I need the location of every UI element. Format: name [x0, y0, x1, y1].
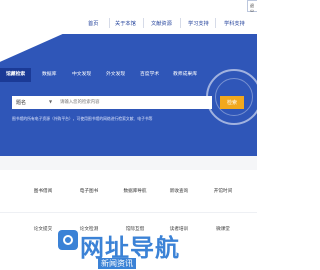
- service-db-nav[interactable]: 数据库导航: [112, 170, 158, 210]
- tab-baidu[interactable]: 百度学术: [140, 68, 159, 82]
- news-heading: 新闻资讯: [98, 258, 136, 269]
- search-hero: [0, 34, 257, 156]
- service-borrow[interactable]: 图书借阅: [20, 170, 66, 210]
- service-label: 图书借阅: [33, 189, 53, 194]
- search-category[interactable]: 题名: [16, 99, 26, 106]
- section-gap: [0, 156, 257, 170]
- hero-decoration: [0, 34, 113, 69]
- service-new-books[interactable]: 新收查询: [156, 170, 202, 210]
- logo-strip: [0, 0, 257, 6]
- search-hint: 图书馆的所有电子资源（外购平台），可使用图书馆的网络进行检索文献、电子书等: [12, 116, 153, 121]
- service-ebook[interactable]: 电子图书: [66, 170, 112, 210]
- chevron-down-icon[interactable]: ▼: [49, 99, 52, 104]
- nav-item-learning[interactable]: 学习支持: [188, 20, 209, 27]
- nav-item-resources[interactable]: 文献资源: [151, 20, 172, 27]
- service-label: 电子图书: [79, 189, 99, 194]
- tab-foreign[interactable]: 外文发现: [106, 68, 125, 82]
- watermark: 网址导航 新闻资讯: [58, 222, 198, 269]
- tab-catalog[interactable]: 馆藏检索: [0, 68, 32, 82]
- service-label: 新收查询: [169, 189, 189, 194]
- nav-separator: [180, 18, 181, 28]
- service-label: 开馆时间: [213, 189, 233, 194]
- nav-separator: [109, 18, 110, 28]
- search-button[interactable]: 检索: [220, 96, 244, 109]
- service-micro-class[interactable]: 微课堂: [200, 208, 246, 248]
- nav-item-about[interactable]: 关于本馆: [115, 20, 136, 27]
- nav-separator: [143, 18, 144, 28]
- service-hours[interactable]: 开馆时间: [200, 170, 246, 210]
- tab-database[interactable]: 数据库: [42, 68, 56, 82]
- nav-separator: [215, 18, 216, 28]
- nav-item-home[interactable]: 首页: [88, 20, 98, 27]
- service-label: 数据库导航: [123, 189, 147, 194]
- nav-item-subject[interactable]: 学科支持: [224, 20, 245, 27]
- tab-teacher[interactable]: 教师成果库: [173, 68, 197, 82]
- logout-tab[interactable]: 退出: [247, 0, 257, 14]
- service-label: 微课堂: [216, 227, 230, 232]
- tab-chinese[interactable]: 中文发现: [72, 68, 91, 82]
- search-box: 题名 ▼: [12, 96, 212, 109]
- search-input[interactable]: [56, 96, 206, 109]
- search-tabs: 馆藏检索 数据库 中文发现 外文发现 百度学术 教师成果库: [0, 68, 257, 82]
- main-nav: 首页 关于本馆 文献资源 学习支持 学科支持: [74, 12, 257, 34]
- watermark-logo-icon: [58, 230, 78, 250]
